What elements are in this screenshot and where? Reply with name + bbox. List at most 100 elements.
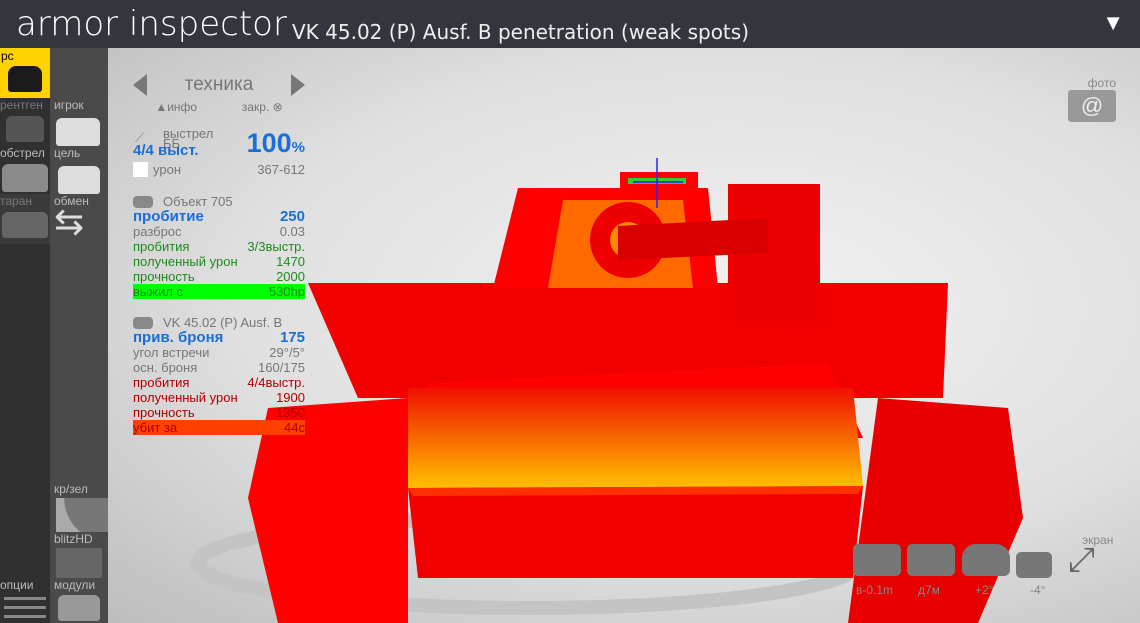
base-armor-value: 160/175 bbox=[258, 360, 305, 375]
sidebar-item-ram[interactable]: таран bbox=[0, 194, 50, 244]
info-toggle[interactable]: ▲инфо bbox=[155, 100, 197, 114]
height-adjust-icon[interactable] bbox=[853, 544, 901, 576]
penetration-value: 250 bbox=[279, 208, 305, 225]
target-hp-label: прочность bbox=[133, 405, 195, 420]
photo-label: фото bbox=[1087, 76, 1116, 90]
target-damage-value: 1900 bbox=[276, 390, 305, 405]
red-green-swatch-icon bbox=[56, 498, 108, 532]
sidebar-item-label: кр/зел bbox=[54, 482, 88, 496]
sidebar-primary: рс рентген обстрел таран опции bbox=[0, 48, 50, 623]
vehicle-nav: техника bbox=[133, 70, 305, 100]
effective-armor-label: прив. броня bbox=[133, 329, 224, 346]
sidebar-item-label: опции bbox=[0, 578, 34, 592]
attacker-name: Объект 705 bbox=[163, 194, 233, 209]
hit-percent-value: 100 bbox=[246, 128, 292, 158]
fullscreen-icon[interactable]: ⤢ bbox=[1068, 540, 1095, 580]
base-armor-label: осн. броня bbox=[133, 360, 198, 375]
distance-adjust-icon[interactable] bbox=[907, 544, 955, 576]
attacker-result-bar: выжил с 530hp bbox=[133, 284, 305, 299]
sidebar-item-target[interactable]: цель bbox=[50, 146, 108, 196]
sidebar-item-label: рс bbox=[1, 49, 14, 63]
sidebar-item-player[interactable]: игрок bbox=[50, 98, 108, 148]
target-damage-label: полученный урон bbox=[133, 390, 238, 405]
tank-icon bbox=[8, 66, 42, 92]
player-tank-icon bbox=[56, 118, 100, 146]
attacker-result-label: выжил с bbox=[133, 284, 183, 299]
shelling-icon bbox=[2, 164, 48, 192]
lower-plate bbox=[408, 486, 863, 578]
next-vehicle-arrow-icon[interactable] bbox=[290, 74, 305, 96]
modules-icon bbox=[58, 595, 100, 621]
sidebar-item-blitzhd[interactable]: blitzHD bbox=[50, 530, 108, 578]
target-result-bar: убит за 44с bbox=[133, 420, 305, 435]
spread-label: разброс bbox=[133, 224, 182, 239]
attacker-pens-value: 3/3выстр. bbox=[247, 239, 305, 254]
damage-color-checkbox[interactable] bbox=[133, 162, 148, 177]
height-value: в-0.1m bbox=[856, 583, 894, 597]
sidebar-item-rs[interactable]: рс bbox=[0, 48, 50, 98]
target-tank-icon bbox=[133, 317, 153, 329]
target-tank-icon bbox=[58, 166, 100, 194]
window-subtitle: VK 45.02 (P) Ausf. B penetration (weak s… bbox=[292, 20, 749, 44]
impact-angle-label: угол встречи bbox=[133, 345, 210, 360]
sidebar-item-label: цель bbox=[54, 146, 81, 160]
swap-arrows-icon: ⇆ bbox=[54, 201, 85, 242]
sidebar-item-label: рентген bbox=[0, 98, 43, 112]
target-section: VK 45.02 (P) Ausf. B прив. броня 175 угол… bbox=[133, 315, 305, 435]
target-pens-value: 4/4выстр. bbox=[247, 375, 305, 390]
sidebar-item-modules[interactable]: модули bbox=[50, 575, 108, 623]
tilt-value: +2° bbox=[975, 583, 994, 597]
title-bar: armor inspector VK 45.02 (P) Ausf. B pen… bbox=[0, 0, 1140, 48]
attacker-result-value: 530hp bbox=[268, 284, 305, 299]
camera-icon: @ bbox=[1068, 90, 1116, 122]
turret-rotate-icon[interactable] bbox=[1016, 552, 1052, 578]
percent-sign: % bbox=[291, 139, 305, 156]
close-panel-button[interactable]: закр. ⊗ bbox=[242, 100, 283, 114]
blitzhd-preview-icon bbox=[56, 548, 102, 578]
sidebar-item-swap[interactable]: обмен ⇆ bbox=[50, 194, 108, 244]
attacker-pens-label: пробития bbox=[133, 239, 190, 254]
sliders-icon bbox=[4, 597, 46, 619]
turret-angle-value: -4° bbox=[1030, 583, 1046, 597]
photo-button[interactable]: фото @ bbox=[1068, 76, 1118, 122]
vehicle-nav-title: техника bbox=[184, 74, 254, 95]
app-title: armor inspector bbox=[16, 4, 287, 44]
hit-percent: 100% bbox=[247, 128, 305, 159]
spread-value: 0.03 bbox=[279, 224, 305, 239]
sidebar-item-label: blitzHD bbox=[54, 532, 93, 546]
damage-label: урон bbox=[153, 162, 181, 177]
close-icon: ⊗ bbox=[272, 100, 283, 114]
target-name: VK 45.02 (P) Ausf. B bbox=[163, 315, 283, 330]
prev-vehicle-arrow-icon[interactable] bbox=[133, 74, 147, 96]
target-result-value: 44с bbox=[284, 420, 305, 435]
sidebar-secondary: игрок цель обмен ⇆ кр/зел blitzHD модули bbox=[50, 48, 108, 623]
target-hp-value: 1350 bbox=[276, 405, 305, 420]
damage-range: 367-612 bbox=[257, 162, 305, 177]
shot-section: ⟋ выстрел ББ 4/4 выст. 100% урон 367-612 bbox=[133, 126, 305, 182]
sidebar-item-red-green[interactable]: кр/зел bbox=[50, 480, 108, 532]
impact-angle-value: 29°/5° bbox=[269, 345, 305, 360]
sidebar-item-label: обстрел bbox=[0, 146, 45, 160]
effective-armor-value: 175 bbox=[279, 329, 305, 346]
xray-icon bbox=[6, 116, 44, 142]
ram-icon bbox=[2, 212, 48, 238]
distance-value: д7м bbox=[918, 583, 940, 597]
info-panel: техника ▲инфо закр. ⊗ ⟋ выстрел ББ 4/4 в… bbox=[133, 70, 305, 435]
attacker-tank-icon bbox=[133, 196, 153, 208]
sidebar-item-shelling[interactable]: обстрел bbox=[0, 146, 50, 196]
attacker-hp-label: прочность bbox=[133, 269, 195, 284]
sidebar-item-label: модули bbox=[54, 578, 96, 592]
attacker-hp-value: 2000 bbox=[276, 269, 305, 284]
close-label: закр. bbox=[241, 100, 270, 114]
sidebar-item-options[interactable]: опции bbox=[0, 575, 50, 623]
sidebar-item-xray[interactable]: рентген bbox=[0, 98, 50, 148]
attacker-section: Объект 705 пробитие 250 разброс 0.03 проби… bbox=[133, 194, 305, 299]
tilt-adjust-icon[interactable] bbox=[962, 544, 1010, 576]
attacker-damage-value: 1470 bbox=[276, 254, 305, 269]
target-pens-label: пробития bbox=[133, 375, 190, 390]
sidebar-item-label: игрок bbox=[54, 98, 84, 112]
turret-side-block bbox=[728, 184, 820, 326]
attacker-damage-label: полученный урон bbox=[133, 254, 238, 269]
sidebar-item-label: таран bbox=[0, 194, 33, 208]
menu-dropdown-icon[interactable]: ▼ bbox=[1102, 10, 1124, 36]
